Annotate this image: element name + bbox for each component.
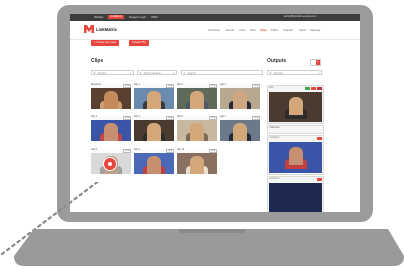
logo-icon — [84, 25, 94, 33]
clip-thumbnail — [134, 153, 174, 174]
stop-pill[interactable] — [311, 87, 316, 91]
filter-icon: ☰ — [93, 72, 96, 75]
nav-settings[interactable]: Settings — [310, 28, 320, 32]
clip-tile[interactable]: Clip 1 LIVE — [134, 84, 174, 109]
pointer-marker — [103, 157, 117, 171]
clip-tile[interactable]: Clip 5 LIVE — [134, 116, 174, 141]
clip-label: Clip 8 — [91, 149, 97, 151]
output-label: PREVIEW — [269, 127, 280, 129]
output-thumbnail — [269, 142, 322, 173]
clip-label: Clip 4 — [91, 116, 97, 118]
clip-label: Clip 9 — [134, 149, 140, 151]
clips-search-input[interactable]: ⚲ Search — [181, 70, 263, 75]
chevron-down-icon: ▾ — [173, 72, 175, 75]
topbar-link-linkmatrix[interactable]: LinkMatrix — [108, 15, 124, 19]
clip-tile[interactable]: Clip 4 LIVE — [91, 116, 131, 141]
topbar-link-omni[interactable]: OMNI — [151, 16, 158, 19]
nav-events[interactable]: Events — [226, 28, 235, 32]
search-icon: ⚲ — [183, 72, 186, 75]
clip-thumbnail — [220, 88, 260, 109]
clips-search-placeholder: Search — [188, 72, 196, 75]
output-label: RTP — [269, 87, 274, 89]
clip-label: Clip 10 — [177, 149, 185, 151]
app-name[interactable]: LinkMatrix — [96, 27, 117, 32]
nav-files[interactable]: Files — [250, 28, 256, 32]
clip-tile[interactable]: Clip 3 LIVE — [220, 84, 260, 109]
clip-thumbnail — [220, 120, 260, 141]
output-card[interactable]: RTP — [267, 85, 324, 124]
output-thumbnail — [269, 183, 322, 212]
create-route-button[interactable]: + Create new route — [91, 40, 120, 46]
upload-ptz-button[interactable]: Upload PTZ — [129, 40, 149, 46]
clip-label: Clip 6 — [177, 116, 183, 118]
clip-label: Clip 7 — [220, 116, 226, 118]
clip-tile[interactable]: Clip 7 LIVE — [220, 116, 260, 141]
clip-label: Clip 2 — [177, 84, 183, 86]
clip-thumbnail — [177, 88, 217, 109]
sort-icon: ⇅ — [139, 72, 142, 75]
clip-tile[interactable]: Clip 6 LIVE — [177, 116, 217, 141]
laptop-base — [14, 229, 404, 266]
status-pill[interactable] — [317, 137, 322, 141]
app-header: LinkMatrix Overview Events Units Files C… — [70, 21, 360, 40]
status-pill[interactable] — [317, 178, 322, 182]
outputs-title: Outputs — [267, 58, 287, 64]
clip-thumbnail — [91, 120, 131, 141]
clip-label: Clip 1 — [134, 84, 140, 86]
filter-icon: ☰ — [269, 72, 272, 75]
outputs-filter-value: Program — [274, 72, 284, 75]
clip-thumbnail — [91, 88, 131, 109]
topbar-link-website[interactable]: Website — [94, 16, 103, 19]
nav-overview[interactable]: Overview — [208, 28, 220, 32]
clip-thumbnail — [177, 120, 217, 141]
outputs-toggle[interactable]: + — [310, 59, 321, 66]
clip-label: Clip 5 — [134, 116, 140, 118]
output-card[interactable]: OUTPUT 1 — [267, 135, 324, 175]
clip-thumbnail — [177, 153, 217, 174]
clip-tile[interactable]: Clip 9 LIVE — [134, 149, 174, 174]
clip-tile[interactable]: Clip 2 LIVE — [177, 84, 217, 109]
clip-tile[interactable]: Clip 10 LIVE — [177, 149, 217, 174]
user-email[interactable]: admin@linkmatrix.example.com — [284, 16, 317, 18]
output-label: OUTPUT 1 — [269, 137, 281, 139]
nav-outputs[interactable]: Outputs — [283, 28, 293, 32]
output-card[interactable]: PREVIEW — [267, 125, 324, 134]
top-bar: Website LinkMatrix Reagent Login OMNI ad… — [70, 14, 360, 21]
nav-paths[interactable]: Paths — [271, 28, 278, 32]
output-card[interactable]: OUTPUT 2 — [267, 176, 324, 212]
output-thumbnail — [269, 92, 322, 122]
status-pill[interactable] — [305, 87, 310, 91]
add-icon: + — [315, 60, 320, 65]
clips-sort-value: Sort by duration — [144, 72, 161, 75]
nav-users[interactable]: Users — [299, 28, 306, 32]
clips-sort-select[interactable]: ⇅ Sort by duration ▾ — [137, 70, 177, 75]
clip-label: Reporters — [91, 84, 102, 86]
outputs-filter-select[interactable]: ☰ Program ▾ — [267, 70, 322, 75]
close-icon[interactable] — [317, 87, 322, 91]
clips-title: Clips — [91, 58, 104, 64]
clips-filter-value: All clips — [98, 72, 107, 75]
nav-units[interactable]: Units — [239, 28, 245, 32]
clip-label: Clip 3 — [220, 84, 226, 86]
clip-thumbnail — [134, 120, 174, 141]
chevron-down-icon: ▾ — [130, 72, 132, 75]
clips-filter-select[interactable]: ☰ All clips ▾ — [91, 70, 134, 75]
chevron-down-icon: ▾ — [318, 72, 320, 75]
outputs-panel: RTP PREVIEW OUTPUT 1 OUTPUT 2 — [267, 85, 324, 212]
clip-tile[interactable]: Reporters LIVE — [91, 84, 131, 109]
nav-clips[interactable]: Clips — [260, 28, 267, 32]
clip-thumbnail — [134, 88, 174, 109]
output-label: OUTPUT 2 — [269, 178, 281, 180]
topbar-link-reagent[interactable]: Reagent Login — [129, 16, 146, 19]
app-screen: Website LinkMatrix Reagent Login OMNI ad… — [70, 14, 360, 212]
